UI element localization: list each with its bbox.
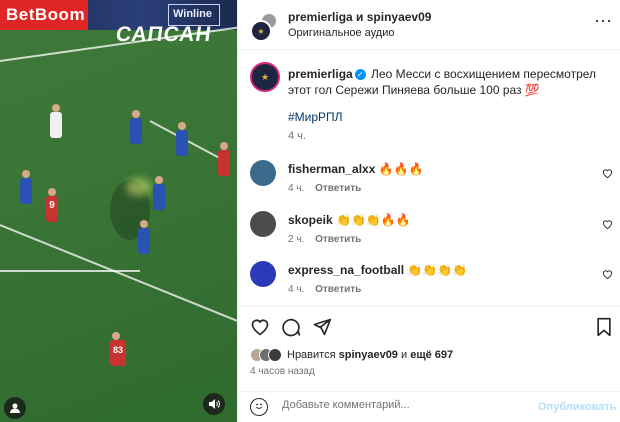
comment-time[interactable]: 2 ч.	[288, 234, 304, 245]
post-video[interactable]: BetBoom Winline САПСАН 9 83	[0, 0, 237, 422]
reply-button[interactable]: Ответить	[315, 183, 361, 194]
ad-board-betboom: BetBoom	[0, 0, 88, 30]
hashtag-link[interactable]: #МирРПЛ	[288, 110, 343, 124]
more-horizontal-icon[interactable]: ···	[594, 11, 612, 29]
post-authors[interactable]: premierliga и spinyaev09	[288, 10, 431, 24]
avatar: ★	[250, 20, 272, 42]
comment-meta: 4 ч. Ответить	[288, 183, 361, 194]
comment-icon[interactable]	[280, 317, 302, 339]
add-comment-bar: Опубликовать	[238, 391, 620, 422]
reply-button[interactable]: Ответить	[315, 284, 361, 295]
comment-text: fisherman_alxx 🔥🔥🔥	[288, 162, 424, 176]
comment-username[interactable]: express_na_football	[288, 263, 404, 277]
player	[130, 110, 142, 144]
comment-username[interactable]: fisherman_alxx	[288, 162, 375, 176]
player	[176, 122, 188, 156]
comment-body: 👏👏👏🔥🔥	[336, 213, 411, 227]
likes-text: Нравится spinyaev09 и ещё 697	[287, 349, 453, 361]
person-icon[interactable]	[4, 397, 26, 419]
heart-icon[interactable]	[602, 269, 613, 283]
comment-item: express_na_football 👏👏👏👏 4 ч. Ответить	[238, 261, 620, 301]
comment-body: 👏👏👏👏	[407, 263, 468, 277]
likes-conjunction: и	[401, 349, 408, 361]
reply-button[interactable]: Ответить	[315, 234, 361, 245]
post-header: ★ premierliga и spinyaev09 Оригинальное …	[238, 0, 620, 50]
comment-time[interactable]: 4 ч.	[288, 183, 304, 194]
audio-label[interactable]: Оригинальное аудио	[288, 27, 395, 39]
likes-user[interactable]: spinyaev09	[339, 349, 398, 361]
pitch-line	[0, 270, 140, 272]
collab-avatars[interactable]: ★	[250, 12, 280, 42]
post-comment-button[interactable]: Опубликовать	[538, 401, 617, 413]
likes-prefix: Нравится	[287, 349, 336, 361]
avatar[interactable]	[250, 261, 276, 287]
heart-icon[interactable]	[602, 168, 613, 182]
verified-icon: ✓	[354, 69, 366, 81]
avatar[interactable]	[250, 160, 276, 186]
comment-username[interactable]: skopeik	[288, 213, 333, 227]
comment-item: skopeik 👏👏👏🔥🔥 2 ч. Ответить	[238, 211, 620, 251]
pitch-line	[0, 224, 237, 324]
post-details-panel: ★ premierliga и spinyaev09 Оригинальное …	[237, 0, 620, 422]
player-number-9: 9	[46, 188, 58, 222]
comment-meta: 4 ч. Ответить	[288, 284, 361, 295]
comment-text: skopeik 👏👏👏🔥🔥	[288, 213, 411, 227]
player	[218, 142, 230, 176]
player	[138, 220, 150, 254]
player-number-83: 83	[110, 332, 126, 366]
posted-ago[interactable]: 4 часов назад	[250, 366, 315, 377]
likes-summary[interactable]: Нравится spinyaev09 и ещё 697	[250, 347, 453, 363]
heart-icon[interactable]	[249, 317, 271, 339]
post-caption: premierliga ✓ Лео Месси с восхищением пер…	[288, 66, 608, 98]
player	[153, 176, 165, 210]
avatar	[268, 348, 282, 362]
comment-body: 🔥🔥🔥	[378, 162, 424, 176]
comment-item: fisherman_alxx 🔥🔥🔥 4 ч. Ответить	[238, 160, 620, 200]
bookmark-icon[interactable]	[593, 317, 615, 339]
heart-icon[interactable]	[602, 219, 613, 233]
avatar[interactable]	[250, 211, 276, 237]
likes-others[interactable]: ещё 697	[410, 349, 453, 361]
comment-time[interactable]: 4 ч.	[288, 284, 304, 295]
comment-meta: 2 ч. Ответить	[288, 234, 361, 245]
speaker-icon[interactable]	[203, 393, 225, 415]
player	[50, 104, 62, 138]
post-actions	[238, 306, 620, 346]
comment-input[interactable]	[282, 399, 532, 411]
ball-glow	[126, 178, 152, 196]
send-icon[interactable]	[311, 317, 333, 339]
emoji-icon[interactable]	[250, 398, 268, 416]
caption-time[interactable]: 4 ч.	[288, 130, 306, 142]
comment-text: express_na_football 👏👏👏👏	[288, 263, 467, 277]
player	[20, 170, 32, 204]
caption-username[interactable]: premierliga	[288, 67, 353, 81]
avatar[interactable]: ★	[250, 62, 280, 92]
